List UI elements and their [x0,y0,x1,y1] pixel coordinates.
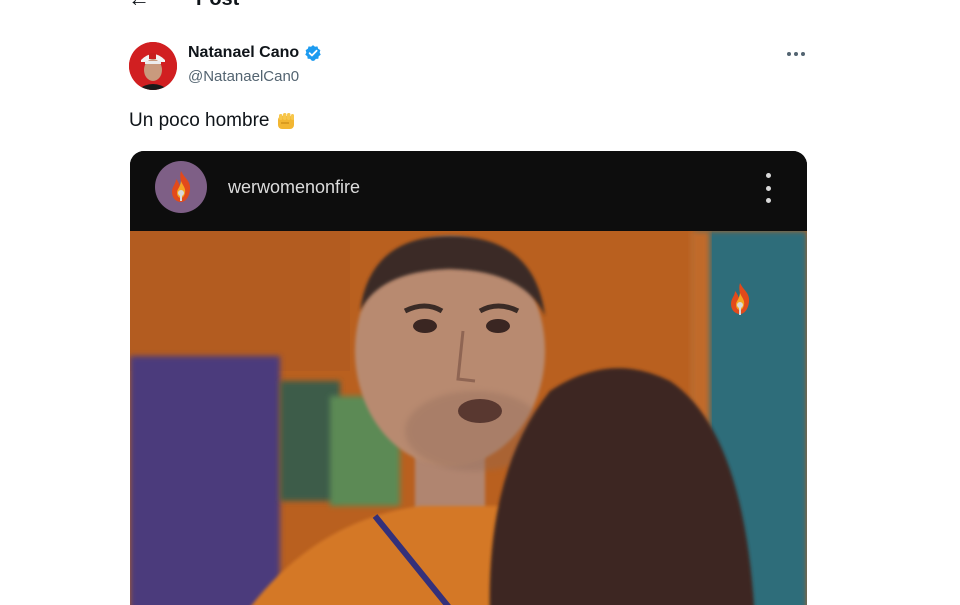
ig-avatar[interactable] [155,161,207,213]
top-bar: ← Post [0,0,960,12]
post-text: Un poco hombre [129,110,297,132]
post-text-content: Un poco hombre [129,110,270,131]
oncoming-fist-icon [278,113,295,129]
avatar[interactable] [129,42,177,90]
avatar-image [129,42,177,90]
post-page: ← Post Natanael Cano @NatanaelCan0 Un po… [0,0,960,605]
flame-logo-icon [172,171,191,202]
arrow-left-icon[interactable]: ← [128,0,150,12]
vertical-ellipsis-icon[interactable] [763,173,773,203]
ig-username[interactable]: werwomenonfire [228,177,360,198]
video-still-image [130,231,807,605]
verified-badge-icon [305,45,321,61]
horizontal-ellipsis-icon[interactable] [784,46,808,62]
video-frame[interactable] [130,231,807,605]
author-name[interactable]: Natanael Cano [188,44,322,62]
media-card[interactable]: werwomenonfire [130,151,807,605]
author-handle[interactable]: @NatanaelCan0 [188,68,299,85]
author-name-text[interactable]: Natanael Cano [188,44,299,62]
page-title: Post [196,0,239,11]
media-header: werwomenonfire [130,151,807,231]
